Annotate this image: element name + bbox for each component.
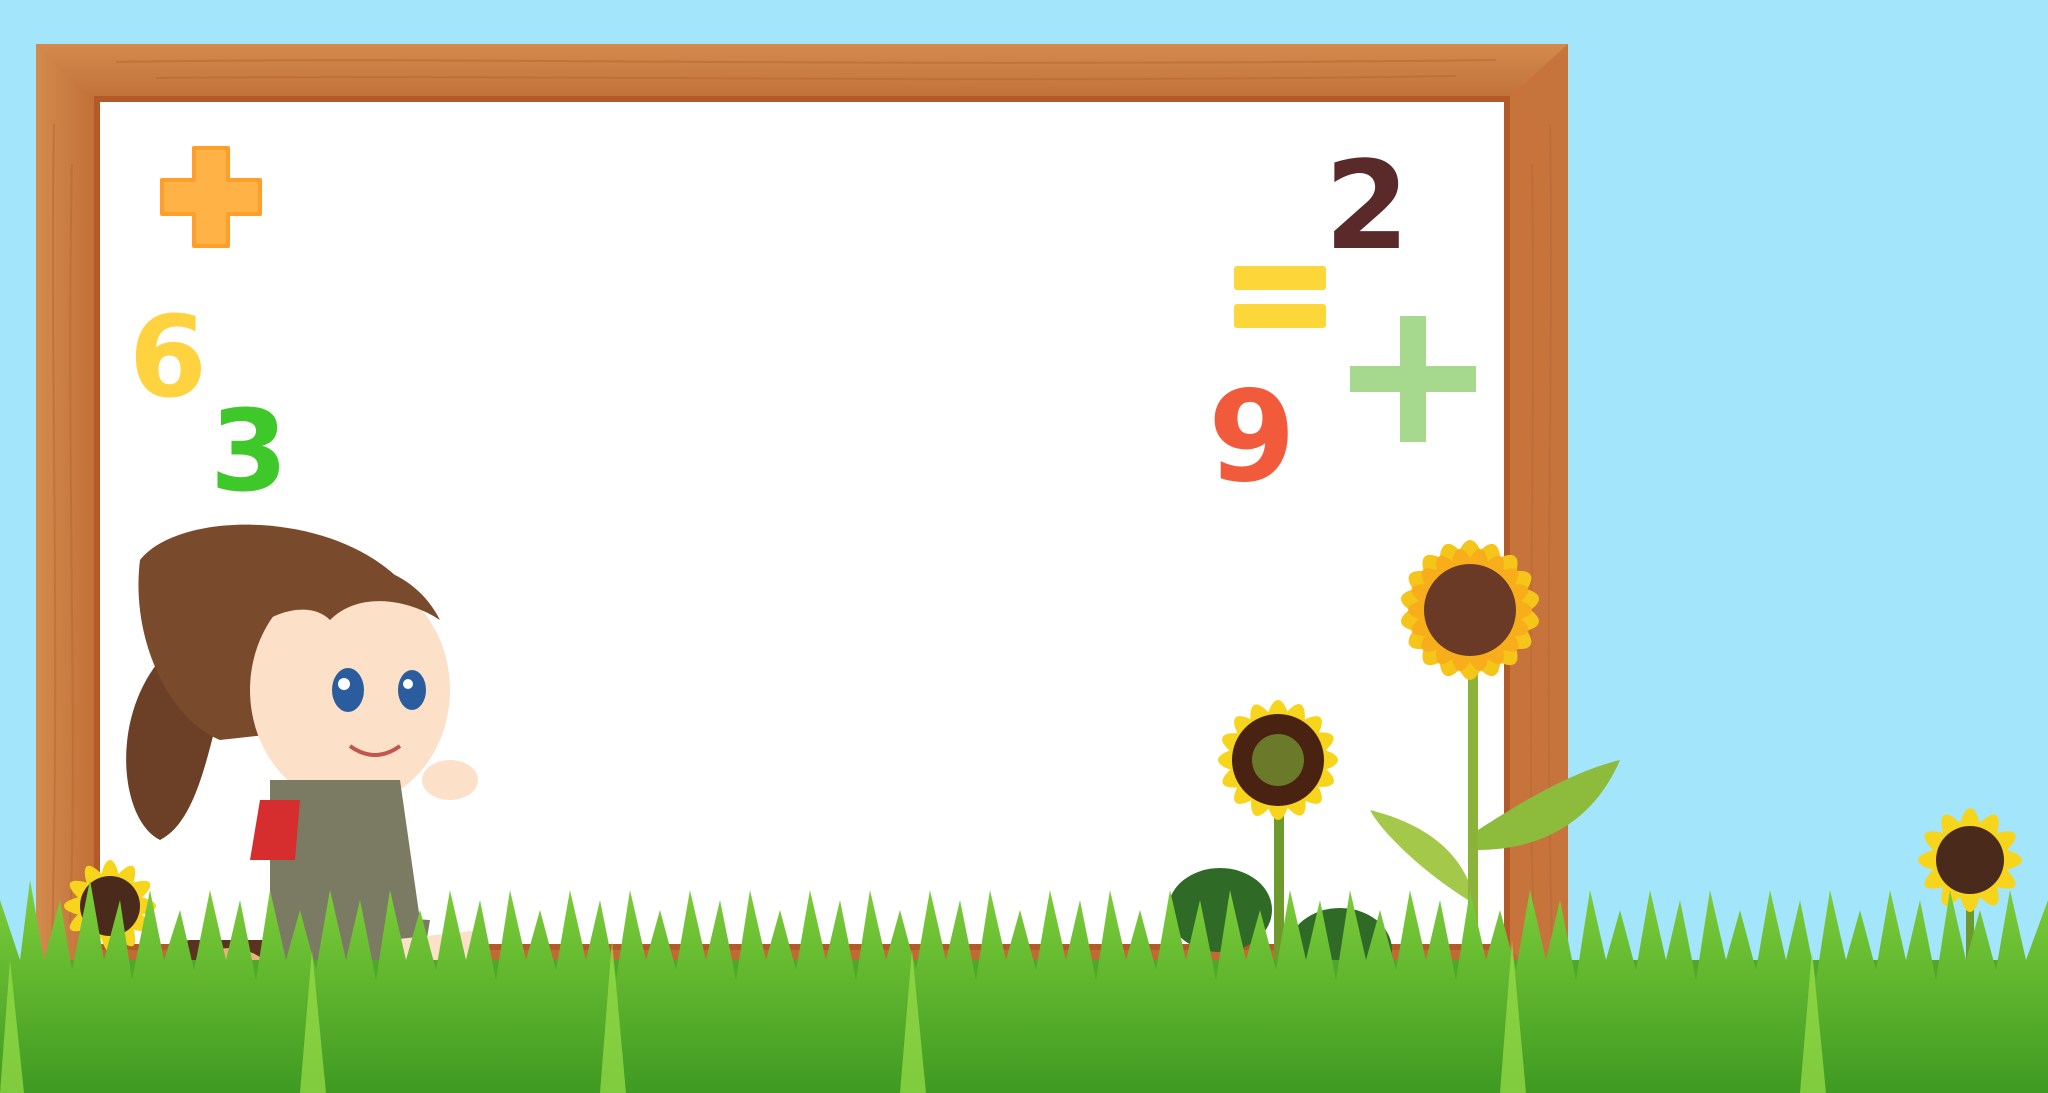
scene: 6 3 2 9 <box>0 0 2048 1093</box>
grass-illustration <box>0 880 2048 1093</box>
